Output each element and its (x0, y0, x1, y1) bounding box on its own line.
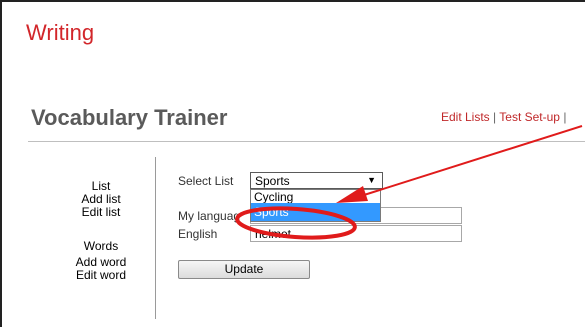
annotation-overlay (235, 125, 583, 240)
annotation-arrow-head (336, 186, 368, 203)
annotation-arrow-line (363, 125, 583, 196)
annotation-ellipse (235, 206, 357, 240)
